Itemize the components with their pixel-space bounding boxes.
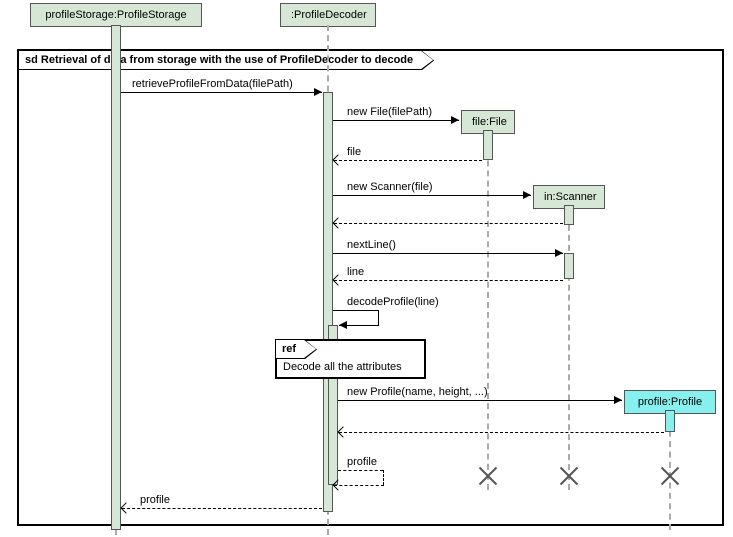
msg-new-scanner [333,195,531,196]
destroy-profile [660,466,680,486]
arrow [614,396,622,404]
frame-label: sd Retrieval of data from storage with t… [19,51,433,69]
msg-self-decode-v [378,310,379,325]
lifeline-scanner [568,205,570,490]
msg-label: new Scanner(file) [347,181,433,193]
participant-label: profile:Profile [638,396,702,408]
arrow [555,249,563,257]
msg-new-file [333,120,459,121]
msg-nextline [333,253,563,254]
msg-label: line [347,266,364,278]
msg-label: retrieveProfileFromData(filePath) [132,78,293,90]
participant-label: in:Scanner [544,191,597,203]
activation-scanner-1 [564,205,574,225]
msg-return-line [334,280,563,281]
arrow [314,88,322,96]
destroy-file [478,466,498,486]
msg-label: file [347,146,361,158]
msg-return-profile [339,432,664,433]
participant-label: profileStorage:ProfileStorage [45,9,186,21]
msg-label: profile [347,456,377,468]
arrow [523,191,531,199]
participant-label: file:File [472,116,507,128]
activation-file [483,130,493,160]
activation-scanner-2 [564,253,574,279]
activation-profile-storage [111,25,121,530]
msg-retrieve [121,92,322,93]
msg-label: nextLine() [347,239,396,251]
ref-box: ref Decode all the attributes [275,339,426,379]
frame-label-container: sd Retrieval of data from storage with t… [19,51,434,70]
participant-profile-decoder: :ProfileDecoder [280,3,376,27]
msg-label: decodeProfile(line) [347,296,439,308]
msg-label: new Profile(name, height, ...) [347,386,488,398]
destroy-scanner [559,466,579,486]
participant-label: :ProfileDecoder [291,9,367,21]
msg-return-scanner [334,223,563,224]
msg-new-profile [338,400,622,401]
msg-return-final [122,508,322,509]
activation-profile [665,410,675,432]
msg-label: new File(filePath) [347,106,432,118]
participant-profile-storage: profileStorage:ProfileStorage [30,3,202,27]
msg-label: profile [140,494,170,506]
msg-return-file [334,160,482,161]
lifeline-file [487,130,489,490]
arrow [339,321,347,329]
msg-self-decode-h1 [333,310,378,311]
arrow [451,116,459,124]
msg-self-return-h1 [338,470,383,471]
msg-self-return-v [383,470,384,485]
